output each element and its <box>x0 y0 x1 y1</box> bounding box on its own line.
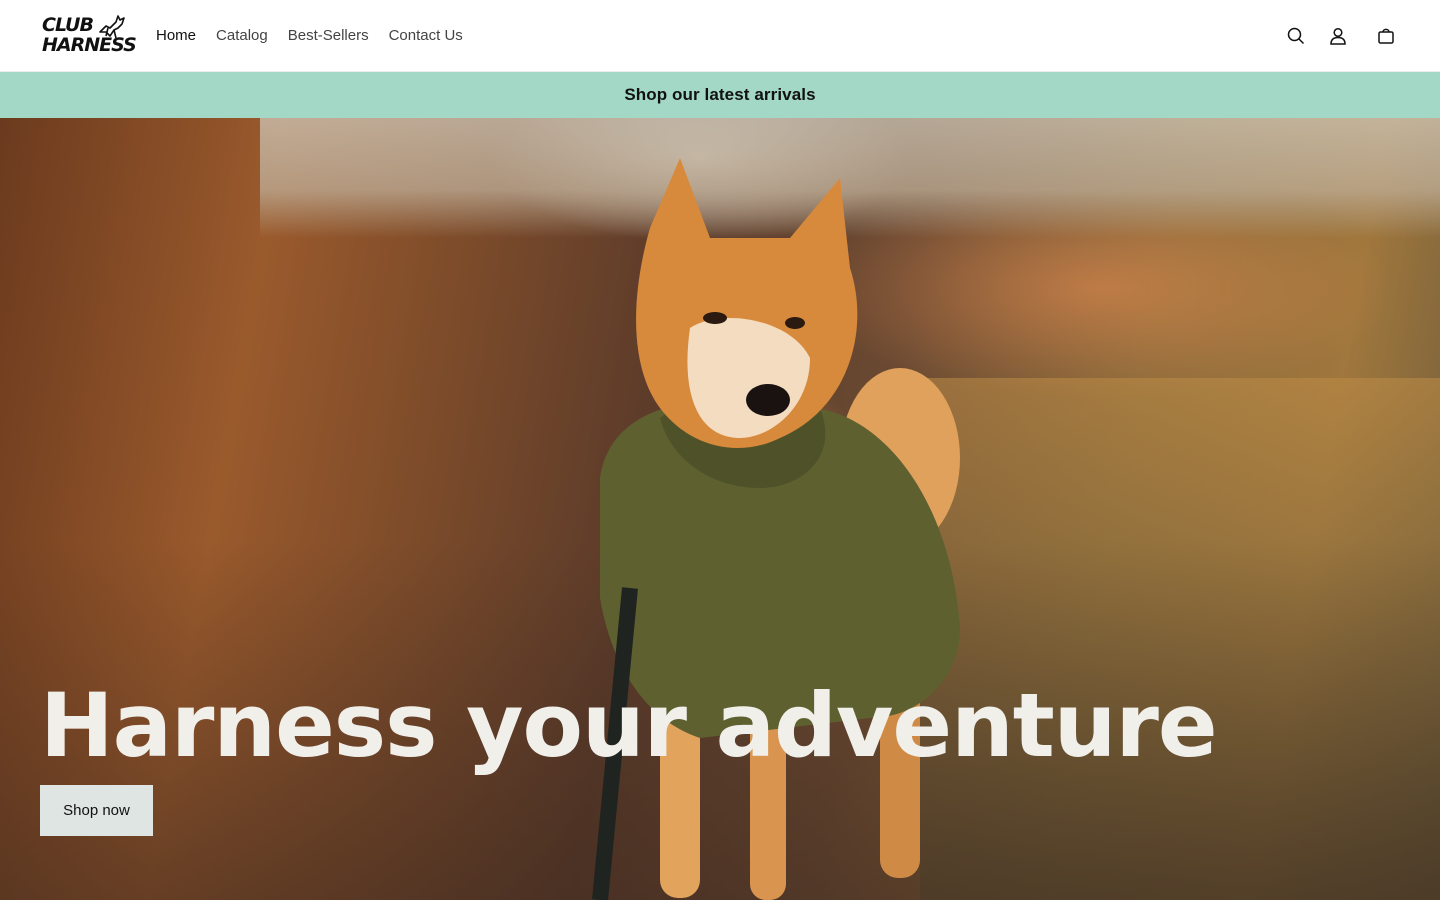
announcement-text: Shop our latest arrivals <box>624 85 816 104</box>
site-header: CLUB HARNESS Home Catalog Best-Sellers C… <box>0 0 1440 72</box>
announcement-bar[interactable]: Shop our latest arrivals <box>0 72 1440 118</box>
hero-banner: Harness your adventure Shop now <box>0 118 1440 900</box>
nav-item-catalog[interactable]: Catalog <box>216 26 268 46</box>
main-nav: Home Catalog Best-Sellers Contact Us <box>156 26 463 46</box>
nav-item-contact-us[interactable]: Contact Us <box>389 26 463 46</box>
shop-now-button[interactable]: Shop now <box>40 785 153 836</box>
dog-in-jacket-image <box>592 158 960 900</box>
nav-item-best-sellers[interactable]: Best-Sellers <box>288 26 369 46</box>
hero-title: Harness your adventure <box>40 674 1218 777</box>
logo-line-1: CLUB <box>42 14 94 36</box>
brand-logo[interactable]: CLUB HARNESS <box>40 12 140 58</box>
dog-logo-icon <box>99 15 125 39</box>
nav-item-home[interactable]: Home <box>156 26 196 46</box>
cart-icon[interactable] <box>1372 22 1400 50</box>
account-icon[interactable] <box>1324 22 1352 50</box>
search-icon[interactable] <box>1282 22 1310 50</box>
header-icons <box>1282 22 1400 50</box>
